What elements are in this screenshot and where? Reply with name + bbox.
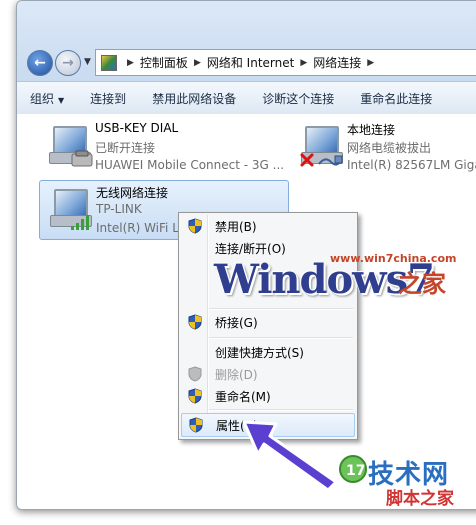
connection-device: Intel(R) WiFi Lin <box>96 221 190 235</box>
command-bar: 组织 ▼ 连接到 禁用此网络设备 诊断这个连接 重命名此连接 <box>17 81 476 115</box>
breadcrumb-item[interactable]: 控制面板 <box>140 54 188 71</box>
breadcrumb-item[interactable]: 网络连接 <box>313 54 361 71</box>
menu-item-bridge[interactable]: 桥接(G) <box>181 311 355 333</box>
breadcrumb-item[interactable]: 网络和 Internet <box>207 54 294 71</box>
dialup-connection-icon <box>47 124 93 170</box>
site-logo-icon: 17 <box>339 455 367 483</box>
forward-button[interactable]: → <box>55 50 81 76</box>
menu-item-delete[interactable]: 删除(D) <box>181 363 355 385</box>
pointer-arrow-icon <box>242 420 338 490</box>
connection-name: 本地连接 <box>347 123 396 137</box>
menu-item-label: 桥接(G) <box>215 316 258 330</box>
uac-shield-icon <box>189 417 203 433</box>
connection-status: TP-LINK <box>96 202 142 216</box>
history-dropdown-icon[interactable]: ▼ <box>84 57 91 67</box>
forward-arrow-icon: → <box>62 55 74 71</box>
wireless-connection-icon <box>48 187 94 233</box>
menu-item-label: 删除(D) <box>215 368 258 382</box>
disable-device-button[interactable]: 禁用此网络设备 <box>139 90 249 107</box>
address-box[interactable]: ▶ 控制面板 ▶ 网络和 Internet ▶ 网络连接 ▶ <box>95 49 476 76</box>
connection-device: Intel(R) 82567LM Giga <box>347 158 476 172</box>
rename-connection-button[interactable]: 重命名此连接 <box>347 90 445 107</box>
disconnected-x-icon <box>300 153 314 167</box>
organize-menu-button[interactable]: 组织 ▼ <box>17 90 77 107</box>
back-arrow-icon: ← <box>34 55 46 71</box>
dropdown-arrow-icon: ▼ <box>58 95 65 105</box>
breadcrumb-chevron-icon[interactable]: ▶ <box>127 58 134 68</box>
breadcrumb-chevron-icon[interactable]: ▶ <box>367 58 374 68</box>
signal-bars-icon <box>71 215 89 230</box>
connection-item-local[interactable]: 本地连接 网络电缆被拔出 Intel(R) 82567LM Giga <box>291 118 476 176</box>
uac-shield-icon <box>188 314 202 330</box>
connection-name: USB-KEY DIAL <box>95 121 179 135</box>
uac-shield-icon <box>188 218 202 234</box>
menu-item-disable[interactable]: 禁用(B) <box>181 215 355 237</box>
menu-item-label: 连接/断开(O) <box>215 242 286 256</box>
svg-text:17: 17 <box>346 463 365 479</box>
watermark-zh-logo: 之家 <box>398 270 446 298</box>
uac-shield-icon <box>188 366 202 382</box>
menu-item-label: 重命名(M) <box>215 390 271 404</box>
connection-status: 网络电缆被拔出 <box>347 141 432 155</box>
site-name-b: 脚本之家 <box>386 489 454 509</box>
menu-item-label: 创建快捷方式(S) <box>215 346 304 360</box>
connection-device: HUAWEI Mobile Connect - 3G ... <box>95 158 285 172</box>
connection-name: 无线网络连接 <box>96 186 169 200</box>
address-bar-region: ← → ▼ ▶ 控制面板 ▶ 网络和 Internet ▶ 网络连接 ▶ <box>17 1 476 81</box>
menu-item-rename[interactable]: 重命名(M) <box>181 385 355 407</box>
menu-item-create-shortcut[interactable]: 创建快捷方式(S) <box>181 341 355 363</box>
site-watermark-logo: 17 技术网 脚本之家 <box>328 452 466 510</box>
organize-label: 组织 <box>30 91 55 106</box>
uac-shield-icon <box>188 388 202 404</box>
ethernet-connection-icon <box>299 124 345 170</box>
breadcrumb-chevron-icon[interactable]: ▶ <box>194 58 201 68</box>
connection-status: 已断开连接 <box>95 141 156 155</box>
breadcrumb-chevron-icon[interactable]: ▶ <box>300 58 307 68</box>
connect-to-button[interactable]: 连接到 <box>77 90 139 107</box>
connection-item-usb-key-dial[interactable]: USB-KEY DIAL 已断开连接 HUAWEI Mobile Connect… <box>39 118 289 176</box>
menu-item-label: 禁用(B) <box>215 220 257 234</box>
diagnose-button[interactable]: 诊断这个连接 <box>249 90 347 107</box>
context-menu: 禁用(B) 连接/断开(O) 桥接(G) 创建快捷方式(S) 删除(D) 重命名… <box>178 212 358 440</box>
back-button[interactable]: ← <box>27 50 53 76</box>
control-panel-icon <box>101 54 117 71</box>
